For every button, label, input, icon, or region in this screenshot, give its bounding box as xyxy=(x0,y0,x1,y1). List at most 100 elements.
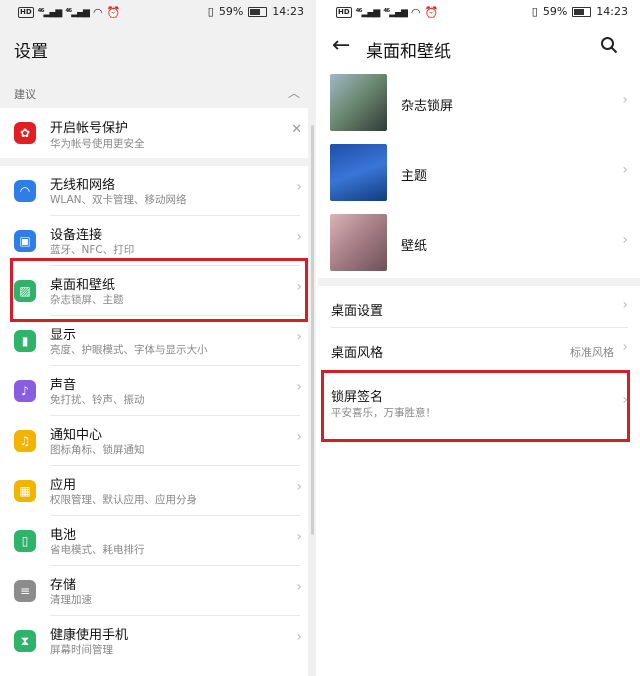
chevron-right-icon: › xyxy=(622,392,628,408)
hourglass-icon: ⧗ xyxy=(14,630,36,652)
clock: 14:23 xyxy=(272,5,304,18)
status-bar: HD ⁴⁶▂▄▆ ⁴⁶▂▄▆ ◠ ⏰ ▯ 59% 14:23 xyxy=(0,0,316,26)
device-connection-icon: ▣ xyxy=(14,230,36,252)
chevron-right-icon: › xyxy=(296,579,302,595)
wifi-icon: ◠ xyxy=(410,6,421,19)
item-title: 设备连接 xyxy=(50,228,103,243)
wallpaper-thumbnail xyxy=(330,214,387,271)
magazine-lock-row[interactable]: 杂志锁屏 › xyxy=(318,70,640,140)
suggestion-row[interactable]: ✿ 开启帐号保护 华为帐号使用更安全 ✕ xyxy=(0,108,308,158)
settings-item-storage[interactable]: ≡ 存储 清理加速 › xyxy=(0,566,308,616)
bell-icon: ♫ xyxy=(14,430,36,452)
item-title: 无线和网络 xyxy=(50,178,116,193)
chevron-right-icon: › xyxy=(296,529,302,545)
display-icon: ▮ xyxy=(14,330,36,352)
item-title: 健康使用手机 xyxy=(50,628,129,643)
hd-icon: HD xyxy=(336,7,352,18)
item-label: 壁纸 xyxy=(401,239,428,254)
apps-grid-icon: ▦ xyxy=(14,480,36,502)
item-title: 显示 xyxy=(50,328,77,343)
theme-row[interactable]: 主题 › xyxy=(318,140,640,210)
item-label: 主题 xyxy=(401,169,428,184)
battery-icon xyxy=(572,6,592,17)
item-title: 桌面和壁纸 xyxy=(50,278,116,293)
battery-percent: 59% xyxy=(218,5,244,18)
item-subtitle: WLAN、双卡管理、移动网络 xyxy=(50,194,187,206)
item-subtitle: 清理加速 xyxy=(50,594,92,606)
desktop-style-row[interactable]: 桌面风格 标准风格 › xyxy=(318,328,640,370)
item-subtitle: 杂志锁屏、主题 xyxy=(50,294,124,306)
search-icon[interactable] xyxy=(600,36,618,54)
settings-item-battery[interactable]: ▯ 电池 省电模式、耗电排行 › xyxy=(0,516,308,566)
chevron-right-icon: › xyxy=(622,232,628,248)
wallpaper-icon: ▨ xyxy=(14,280,36,302)
item-value: 标准风格 xyxy=(570,346,614,359)
scrollbar[interactable] xyxy=(311,125,314,535)
chevron-right-icon: › xyxy=(296,629,302,645)
section-label: 建议 xyxy=(14,88,36,101)
item-value: 平安喜乐，万事胜意！ xyxy=(331,407,436,419)
chevron-right-icon: › xyxy=(296,229,302,245)
alarm-icon: ⏰ xyxy=(106,6,121,19)
settings-item-wireless[interactable]: ◠ 无线和网络 WLAN、双卡管理、移动网络 › xyxy=(0,166,308,216)
suggestion-subtitle: 华为帐号使用更安全 xyxy=(50,138,145,150)
battery-icon xyxy=(248,6,268,17)
settings-screen: HD ⁴⁶▂▄▆ ⁴⁶▂▄▆ ◠ ⏰ ▯ 59% 14:23 设置 建议 ︿ ✿… xyxy=(0,0,316,676)
item-label: 桌面设置 xyxy=(331,304,384,319)
settings-item-digital-balance[interactable]: ⧗ 健康使用手机 屏幕时间管理 › xyxy=(0,616,308,666)
settings-item-desktop-wallpaper[interactable]: ▨ 桌面和壁纸 杂志锁屏、主题 › xyxy=(0,266,308,316)
chevron-up-icon[interactable]: ︿ xyxy=(288,84,300,101)
suggestion-title: 开启帐号保护 xyxy=(50,121,129,136)
item-subtitle: 权限管理、默认应用、应用分身 xyxy=(50,494,197,506)
wifi-icon: ◠ xyxy=(92,6,103,19)
close-icon[interactable]: ✕ xyxy=(291,122,302,137)
item-label: 杂志锁屏 xyxy=(401,99,454,114)
item-subtitle: 屏幕时间管理 xyxy=(50,644,113,656)
vibrate-icon: ▯ xyxy=(531,5,538,18)
vibrate-icon: ▯ xyxy=(207,5,214,18)
chevron-right-icon: › xyxy=(296,279,302,295)
status-bar: HD ⁴⁶▂▄▆ ⁴⁶▂▄▆ ◠ ⏰ ▯ 59% 14:23 xyxy=(318,0,640,26)
signal-icon-2: ⁴⁶▂▄▆ xyxy=(383,7,408,18)
item-subtitle: 蓝牙、NFC、打印 xyxy=(50,244,135,256)
chevron-right-icon: › xyxy=(296,329,302,345)
chevron-right-icon: › xyxy=(296,429,302,445)
item-title: 应用 xyxy=(50,478,77,493)
chevron-right-icon: › xyxy=(622,162,628,178)
desktop-settings-row[interactable]: 桌面设置 › xyxy=(318,286,640,328)
desktop-wallpaper-screen: HD ⁴⁶▂▄▆ ⁴⁶▂▄▆ ◠ ⏰ ▯ 59% 14:23 ← 桌面和壁纸 杂… xyxy=(318,0,640,676)
settings-item-apps[interactable]: ▦ 应用 权限管理、默认应用、应用分身 › xyxy=(0,466,308,516)
alarm-icon: ⏰ xyxy=(424,6,439,19)
item-subtitle: 图标角标、锁屏通知 xyxy=(50,444,145,456)
settings-item-display[interactable]: ▮ 显示 亮度、护眼模式、字体与显示大小 › xyxy=(0,316,308,366)
page-title: 桌面和壁纸 xyxy=(366,42,451,62)
chevron-right-icon: › xyxy=(296,179,302,195)
item-label: 锁屏签名 xyxy=(331,390,384,405)
battery-icon: ▯ xyxy=(14,530,36,552)
chevron-right-icon: › xyxy=(296,479,302,495)
settings-list: ◠ 无线和网络 WLAN、双卡管理、移动网络 › ▣ 设备连接 蓝牙、NFC、打… xyxy=(0,166,308,676)
suggestion-card[interactable]: ✿ 开启帐号保护 华为帐号使用更安全 ✕ xyxy=(0,108,308,158)
item-title: 声音 xyxy=(50,378,77,393)
wallpaper-row[interactable]: 壁纸 › xyxy=(318,210,640,280)
signal-icon-2: ⁴⁶▂▄▆ xyxy=(65,7,90,18)
sound-icon: ♪ xyxy=(14,380,36,402)
settings-item-notifications[interactable]: ♫ 通知中心 图标角标、锁屏通知 › xyxy=(0,416,308,466)
signal-icon: ⁴⁶▂▄▆ xyxy=(355,7,381,18)
storage-icon: ≡ xyxy=(14,580,36,602)
battery-percent: 59% xyxy=(542,5,568,18)
item-title: 通知中心 xyxy=(50,428,103,443)
chevron-right-icon: › xyxy=(622,339,628,355)
chevron-right-icon: › xyxy=(622,92,628,108)
item-title: 电池 xyxy=(50,528,77,543)
settings-item-device-connection[interactable]: ▣ 设备连接 蓝牙、NFC、打印 › xyxy=(0,216,308,266)
item-subtitle: 免打扰、铃声、振动 xyxy=(50,394,145,406)
magazine-lock-thumbnail xyxy=(330,74,387,131)
item-subtitle: 省电模式、耗电排行 xyxy=(50,544,145,556)
item-label: 桌面风格 xyxy=(331,346,384,361)
hd-icon: HD xyxy=(18,7,34,18)
lock-signature-row[interactable]: 锁屏签名 平安喜乐，万事胜意！ › xyxy=(318,374,640,436)
huawei-icon: ✿ xyxy=(14,122,36,144)
back-arrow-icon[interactable]: ← xyxy=(332,33,350,58)
settings-item-sound[interactable]: ♪ 声音 免打扰、铃声、振动 › xyxy=(0,366,308,416)
